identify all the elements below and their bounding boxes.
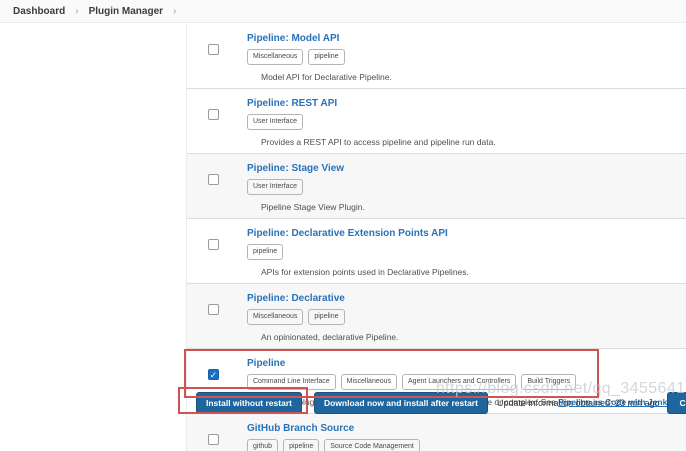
download-and-install-after-restart-button[interactable]: Download now and install after restart bbox=[314, 392, 488, 414]
plugin-description: Provides a REST API to access pipeline a… bbox=[261, 136, 686, 148]
plugin-name-link[interactable]: GitHub Branch Source bbox=[247, 422, 354, 435]
action-bar: Install without restart Download now and… bbox=[196, 392, 686, 414]
plugin-row-pipeline-model-api: Pipeline: Model API Miscellaneous pipeli… bbox=[187, 24, 686, 89]
tag-chip: Build Triggers bbox=[521, 374, 576, 390]
tag-chip: github bbox=[247, 439, 278, 451]
plugin-row-github-branch-source: GitHub Branch Source github pipeline Sou… bbox=[187, 414, 686, 451]
update-status-text: Update information obtained: 23 min ago bbox=[497, 398, 660, 408]
plugin-tags: User Interface bbox=[247, 114, 686, 130]
breadcrumb-item-plugin-manager[interactable]: Plugin Manager bbox=[89, 6, 163, 17]
plugin-list: Pipeline: Model API Miscellaneous pipeli… bbox=[186, 24, 686, 451]
breadcrumb: Dashboard › Plugin Manager › bbox=[0, 0, 686, 23]
plugin-name-link[interactable]: Pipeline bbox=[247, 357, 285, 370]
plugin-info: GitHub Branch Source github pipeline Sou… bbox=[247, 418, 686, 451]
plugin-name-link[interactable]: Pipeline: REST API bbox=[247, 97, 337, 110]
tag-chip: Source Code Management bbox=[324, 439, 420, 451]
tag-chip: pipeline bbox=[308, 49, 344, 65]
checkbox-cell bbox=[187, 28, 247, 83]
plugin-checkbox[interactable] bbox=[208, 109, 219, 120]
breadcrumb-item-dashboard[interactable]: Dashboard bbox=[13, 6, 65, 17]
plugin-name-link[interactable]: Pipeline: Model API bbox=[247, 32, 339, 45]
tag-chip: Agent Launchers and Controllers bbox=[402, 374, 516, 390]
plugin-checkbox-checked[interactable] bbox=[208, 369, 219, 380]
plugin-row-pipeline-declarative: Pipeline: Declarative Miscellaneous pipe… bbox=[187, 284, 686, 349]
plugin-tags: Miscellaneous pipeline bbox=[247, 309, 686, 325]
plugin-checkbox[interactable] bbox=[208, 174, 219, 185]
plugin-info: Pipeline: Declarative Extension Points A… bbox=[247, 223, 686, 278]
tag-chip: User Interface bbox=[247, 114, 303, 130]
plugin-row-pipeline-rest-api: Pipeline: REST API User Interface Provid… bbox=[187, 89, 686, 154]
tag-chip: pipeline bbox=[283, 439, 319, 451]
checkbox-cell bbox=[187, 223, 247, 278]
plugin-checkbox[interactable] bbox=[208, 434, 219, 445]
plugin-description: APIs for extension points used in Declar… bbox=[261, 266, 686, 278]
checkbox-cell bbox=[187, 158, 247, 213]
tag-chip: Command Line Interface bbox=[247, 374, 336, 390]
plugin-info: Pipeline: Stage View User Interface Pipe… bbox=[247, 158, 686, 213]
plugin-tags: Command Line Interface Miscellaneous Age… bbox=[247, 374, 686, 390]
plugin-description: Model API for Declarative Pipeline. bbox=[261, 71, 686, 83]
plugin-tags: User Interface bbox=[247, 179, 686, 195]
tag-chip: Miscellaneous bbox=[247, 309, 303, 325]
plugin-name-link[interactable]: Pipeline: Declarative bbox=[247, 292, 345, 305]
tag-chip: Miscellaneous bbox=[341, 374, 397, 390]
plugin-description: An opinionated, declarative Pipeline. bbox=[261, 331, 686, 343]
plugin-description: Pipeline Stage View Plugin. bbox=[261, 201, 686, 213]
plugin-checkbox[interactable] bbox=[208, 44, 219, 55]
tag-chip: pipeline bbox=[308, 309, 344, 325]
tag-chip: User Interface bbox=[247, 179, 303, 195]
chevron-right-icon: › bbox=[75, 6, 78, 17]
plugin-checkbox[interactable] bbox=[208, 304, 219, 315]
plugin-info: Pipeline: Model API Miscellaneous pipeli… bbox=[247, 28, 686, 83]
plugin-name-link[interactable]: Pipeline: Stage View bbox=[247, 162, 344, 175]
tag-chip: pipeline bbox=[247, 244, 283, 260]
plugin-checkbox[interactable] bbox=[208, 239, 219, 250]
plugin-info: Pipeline: REST API User Interface Provid… bbox=[247, 93, 686, 148]
checkbox-cell bbox=[187, 288, 247, 343]
plugin-info: Pipeline: Declarative Miscellaneous pipe… bbox=[247, 288, 686, 343]
plugin-tags: pipeline bbox=[247, 244, 686, 260]
plugin-tags: Miscellaneous pipeline bbox=[247, 49, 686, 65]
tag-chip: Miscellaneous bbox=[247, 49, 303, 65]
plugin-tags: github pipeline Source Code Management bbox=[247, 439, 686, 451]
chevron-right-icon: › bbox=[173, 6, 176, 17]
plugin-row-pipeline-stage-view: Pipeline: Stage View User Interface Pipe… bbox=[187, 154, 686, 219]
checkbox-cell bbox=[187, 418, 247, 451]
check-now-button[interactable]: Check now bbox=[667, 392, 686, 414]
plugin-name-link[interactable]: Pipeline: Declarative Extension Points A… bbox=[247, 227, 448, 240]
install-without-restart-button[interactable]: Install without restart bbox=[196, 392, 302, 414]
plugin-row-pipeline-declarative-extension-points-api: Pipeline: Declarative Extension Points A… bbox=[187, 219, 686, 284]
checkbox-cell bbox=[187, 93, 247, 148]
